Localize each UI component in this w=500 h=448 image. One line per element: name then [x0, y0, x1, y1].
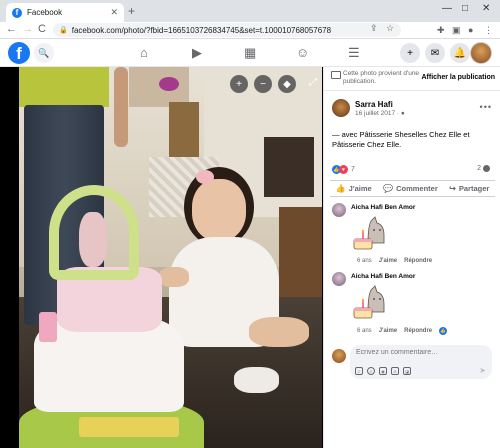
watch-icon[interactable]: ▶: [192, 45, 202, 61]
current-user-avatar: [332, 349, 346, 363]
groups-icon[interactable]: ☺: [296, 45, 309, 60]
post-date-text[interactable]: 16 juillet 2017 ·: [355, 110, 401, 117]
globe-icon: ●: [400, 110, 405, 117]
photo-viewer: + − ◆ ⤢: [0, 67, 323, 448]
reaction-count: 7: [351, 166, 355, 173]
comment-bubble-icon: [483, 165, 490, 172]
comment-item: Aicha Hafi Ben Amor 6 ans J'aime Répondr…: [332, 203, 492, 271]
close-window-button[interactable]: ✕: [482, 3, 490, 14]
commenter-avatar[interactable]: [332, 272, 346, 286]
share-icon: ↪: [449, 184, 456, 193]
comment-meta: 6 ans J'aime Répondre: [357, 258, 432, 264]
commenter-name[interactable]: Aicha Hafi Ben Amor: [351, 273, 415, 280]
create-icon[interactable]: +: [400, 43, 420, 63]
more-options-icon[interactable]: •••: [480, 102, 492, 112]
messenger-icon[interactable]: ✉: [425, 43, 445, 63]
comment-item: Aicha Hafi Ben Amor 6 ans J'aime Répondr…: [332, 272, 492, 340]
like-button[interactable]: 👍 J'aime: [336, 184, 372, 193]
home-icon[interactable]: ⌂: [140, 45, 148, 60]
url-text[interactable]: facebook.com/photo/?fbid=166510372683474…: [72, 26, 331, 35]
photo-baby-birthday-cake[interactable]: [19, 67, 322, 448]
comment-reply-link[interactable]: Répondre: [404, 258, 432, 264]
search-icon[interactable]: 🔍: [34, 43, 54, 63]
comment-like-link[interactable]: J'aime: [379, 258, 397, 264]
facebook-favicon-icon: f: [12, 7, 22, 18]
info-text: Cette photo provient d'une publication.: [343, 70, 420, 85]
lock-icon: 🔒: [59, 27, 68, 34]
thumbs-up-icon: 👍: [335, 184, 346, 193]
tab-close-icon[interactable]: ✕: [110, 7, 118, 18]
emoji-icon[interactable]: ☺: [367, 367, 375, 375]
browser-tabstrip: f Facebook ✕ + — □ ✕: [0, 0, 500, 22]
post-actions: 👍 J'aime 💬 Commenter ↪ Partager: [330, 180, 495, 197]
chrome-menu-icon[interactable]: ⋮: [484, 25, 493, 36]
publication-info-bar: Cette photo provient d'une publication. …: [324, 67, 500, 91]
maximize-button[interactable]: □: [462, 3, 468, 14]
love-reaction-icon: ♥: [339, 165, 348, 174]
share-page-icon[interactable]: ⇪: [370, 23, 378, 34]
comment-count[interactable]: 2: [477, 165, 490, 172]
marketplace-icon[interactable]: ▦: [244, 45, 256, 61]
comment-button[interactable]: 💬 Commenter: [383, 184, 438, 193]
commenter-name[interactable]: Aicha Hafi Ben Amor: [351, 204, 415, 211]
comment-count-value: 2: [477, 165, 481, 172]
poster-avatar[interactable]: [332, 99, 350, 117]
comment-input[interactable]: [356, 349, 486, 356]
reactions-summary[interactable]: 👍 ♥ 7: [332, 165, 355, 174]
tag-icon[interactable]: ◆: [278, 75, 296, 93]
facebook-topbar: f 🔍 ⌂ ▶ ▦ ☺ ☰ + ✉ 🔔: [0, 39, 500, 67]
post-side-panel: Cette photo provient d'une publication. …: [323, 67, 500, 448]
like-label: J'aime: [348, 184, 372, 193]
comment-icon: 💬: [383, 184, 394, 193]
avatar-sticker-icon[interactable]: ☺: [355, 367, 363, 375]
pusheen-cake-sticker: [353, 285, 385, 319]
notifications-icon[interactable]: 🔔: [450, 43, 470, 63]
share-button[interactable]: ↪ Partager: [449, 184, 489, 193]
minimize-button[interactable]: —: [442, 3, 452, 14]
share-label: Partager: [458, 184, 490, 193]
post-date[interactable]: 16 juillet 2017 · ●: [355, 110, 405, 117]
post-caption: — avec Pâtisserie Sheselles Chez Elle et…: [332, 130, 470, 149]
menu-icon[interactable]: ☰: [348, 45, 360, 61]
sidepanel-icon[interactable]: ▣: [452, 25, 461, 36]
bookmark-star-icon[interactable]: ☆: [386, 23, 394, 34]
pusheen-cake-sticker: [353, 216, 385, 250]
gif-icon[interactable]: G: [391, 367, 399, 375]
photo-info-icon: [331, 71, 341, 79]
reload-button[interactable]: C: [38, 23, 46, 35]
show-publication-button[interactable]: Afficher la publication: [421, 74, 495, 81]
comment-age[interactable]: 6 ans: [357, 328, 372, 334]
commenter-avatar[interactable]: [332, 203, 346, 217]
address-bar-row: ← → C 🔒 facebook.com/photo/?fbid=1665103…: [0, 22, 500, 39]
poster-name[interactable]: Sarra Hafi: [355, 100, 393, 109]
camera-icon[interactable]: ◉: [379, 367, 387, 375]
profile-icon[interactable]: ●: [468, 25, 473, 35]
facebook-logo[interactable]: f: [8, 42, 30, 64]
comment-label: Commenter: [396, 184, 438, 193]
comment-meta: 6 ans J'aime Répondre 👍: [357, 327, 448, 335]
comment-tools: ☺ ☺ ◉ G ◪: [355, 367, 411, 375]
comment-like-link[interactable]: J'aime: [379, 328, 397, 334]
sticker-icon[interactable]: ◪: [403, 367, 411, 375]
new-tab-button[interactable]: +: [128, 4, 135, 18]
extensions-icon[interactable]: ✚: [437, 25, 445, 36]
forward-button[interactable]: →: [22, 23, 33, 35]
comment-like-reaction-icon: 👍: [439, 327, 448, 335]
browser-tab-facebook[interactable]: f Facebook ✕: [6, 3, 124, 22]
omnibox[interactable]: 🔒 facebook.com/photo/?fbid=1665103726834…: [53, 23, 401, 37]
zoom-out-icon[interactable]: −: [254, 75, 272, 93]
zoom-in-icon[interactable]: +: [230, 75, 248, 93]
send-icon[interactable]: ➤: [479, 366, 486, 375]
back-button[interactable]: ←: [6, 23, 17, 35]
write-comment-box[interactable]: ☺ ☺ ◉ G ◪ ➤: [350, 345, 492, 379]
comment-reply-link[interactable]: Répondre: [404, 328, 432, 334]
fullscreen-icon[interactable]: ⤢: [309, 77, 317, 88]
account-avatar[interactable]: [470, 42, 492, 64]
tab-title: Facebook: [27, 8, 63, 17]
comment-age[interactable]: 6 ans: [357, 258, 372, 264]
